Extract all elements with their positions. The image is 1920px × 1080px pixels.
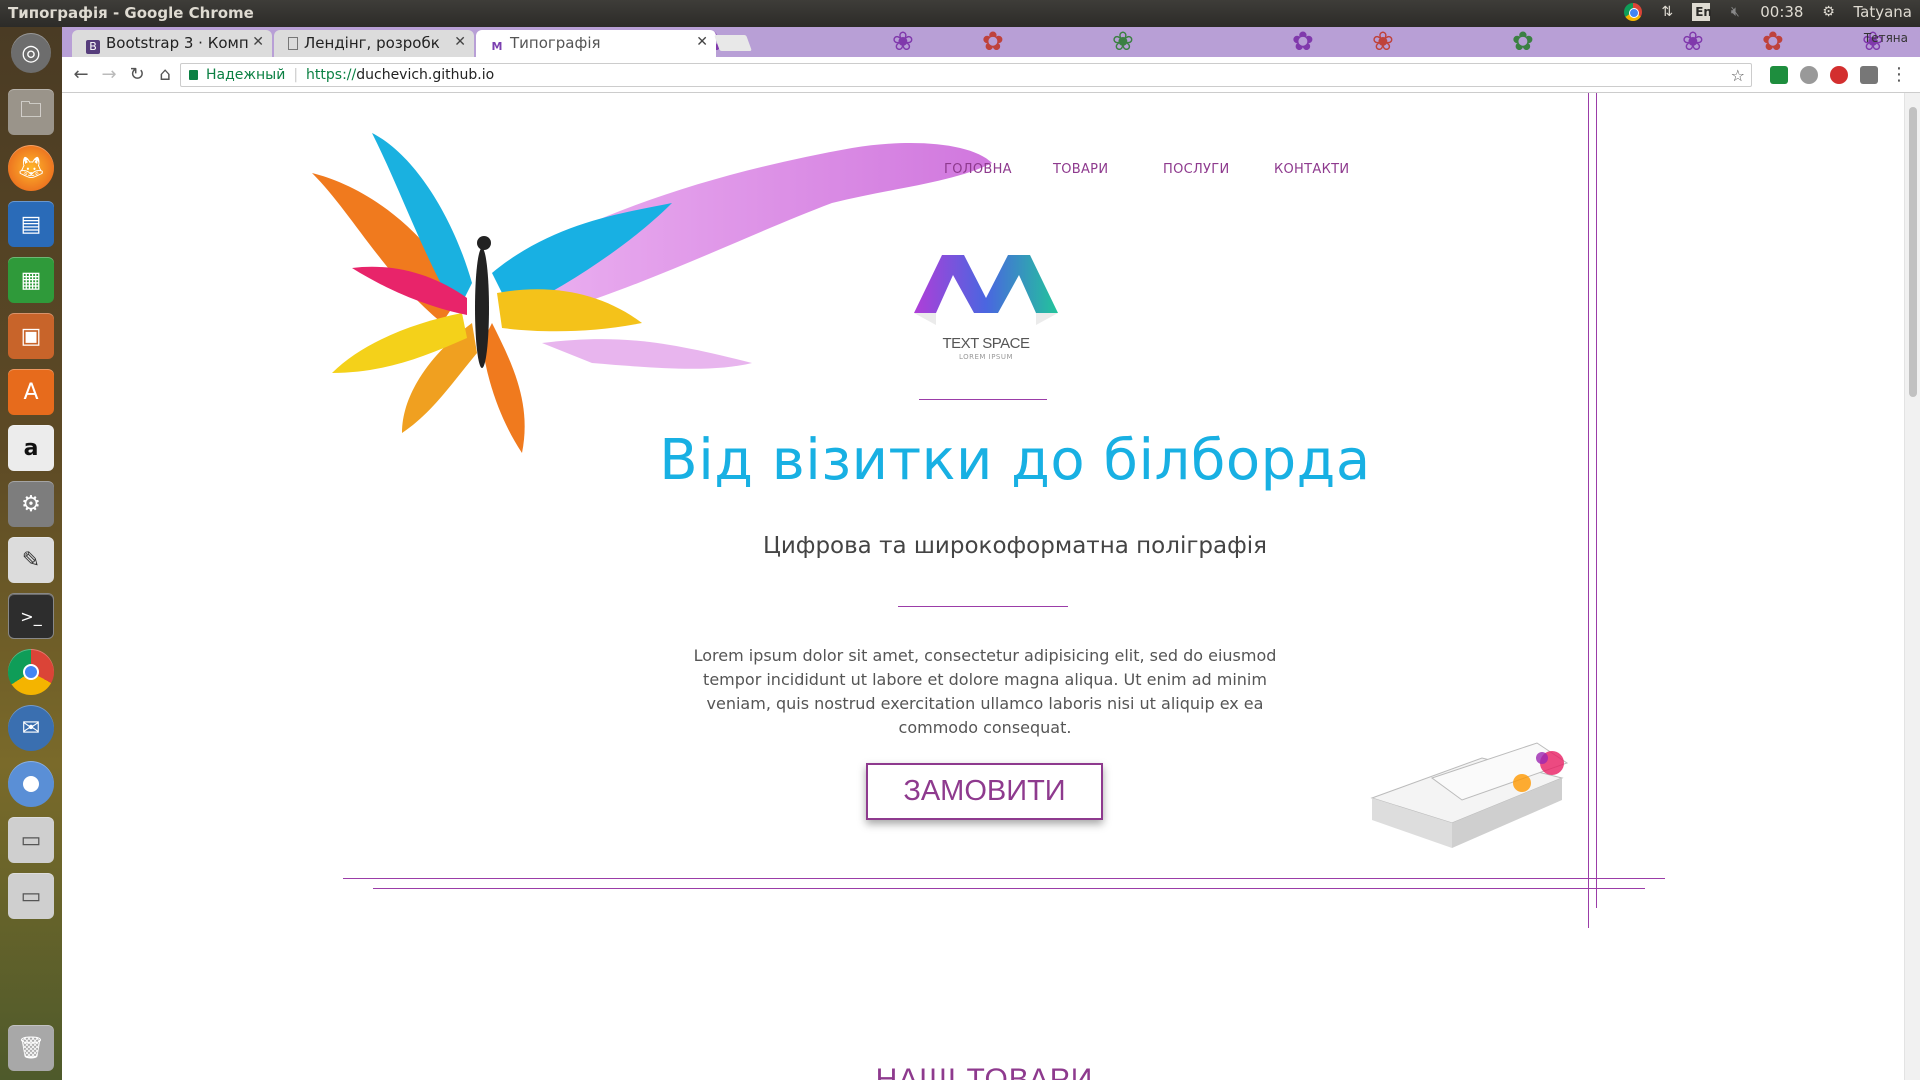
software-center-icon[interactable]: A (8, 369, 54, 415)
new-tab-button[interactable] (714, 35, 752, 51)
tab-label: Bootstrap 3 · Комп (106, 34, 249, 52)
extension-paw-icon[interactable] (1800, 66, 1818, 84)
impress-icon[interactable]: ▣ (8, 313, 54, 359)
bootstrap-favicon-icon: B (86, 40, 100, 54)
text-space-logo[interactable]: TEXT SPACE LOREM IPSUM (912, 243, 1062, 363)
network-icon[interactable]: ⇅ (1658, 3, 1676, 21)
settings-icon[interactable]: ⚙ (8, 481, 54, 527)
frame-line (343, 878, 1665, 879)
divider-line (919, 399, 1047, 400)
launcher: ◎ 🗀︎ 🦊︎ ▤ ▦ ▣ A a ⚙ ✎ >_ ✉ ▭ ▭ 🗑︎ (0, 27, 62, 1080)
clock[interactable]: 00:38 (1760, 3, 1803, 21)
logo-title: TEXT SPACE (942, 335, 1030, 352)
frame-line (1588, 93, 1589, 928)
order-button[interactable]: ЗАМОВИТИ (866, 763, 1103, 820)
logo-subtitle: LOREM IPSUM (958, 353, 1014, 361)
tab-strip: ✿ ❀ ✿ ❀ ✿ ❀ ✿ ❀ ✿ ❀ BBootstrap 3 · Комп … (62, 27, 1920, 57)
user-name[interactable]: Tatyana (1853, 3, 1912, 21)
business-cards-image (1370, 742, 1569, 848)
files-icon[interactable]: 🗀︎ (8, 89, 54, 135)
extension-red-icon[interactable] (1830, 66, 1848, 84)
close-tab-icon[interactable]: ✕ (252, 34, 264, 50)
butterfly-decoration-icon: ❀ (1372, 27, 1394, 57)
chrome-indicator-icon[interactable] (1624, 3, 1643, 21)
nav-contacts-link[interactable]: КОНТАКТИ (1274, 162, 1349, 177)
tab-label: Типографія (510, 34, 601, 52)
page-viewport: ГОЛОВНА ТОВАРИ ПОСЛУГИ КОНТАКТИ TEXT SPA… (62, 93, 1904, 1080)
reload-icon[interactable]: ↻ (126, 64, 148, 85)
frame-line (373, 888, 1645, 889)
close-tab-icon[interactable]: ✕ (454, 34, 466, 50)
text-editor-icon[interactable]: ✎ (8, 537, 54, 583)
page-scrollbar[interactable] (1904, 93, 1920, 1080)
tab-bootstrap[interactable]: B Bootstrap 3 · Комп ✕ (72, 30, 272, 57)
forward-arrow-icon[interactable]: → (98, 64, 120, 85)
chrome-icon[interactable] (8, 649, 54, 695)
system-top-bar: Типографія - Google Chrome ⇅ En 🔇︎ 00:38… (0, 0, 1920, 27)
menu-dots-icon[interactable]: ⋮ (1888, 64, 1910, 85)
window-title: Типографія - Google Chrome (8, 4, 254, 22)
drive-icon[interactable]: ▭ (8, 817, 54, 863)
hero-description: Lorem ipsum dolor sit amet, consectetur … (693, 646, 1277, 737)
logo-m-icon (914, 255, 1058, 325)
firefox-icon[interactable]: 🦊︎ (8, 145, 54, 191)
tab-landing[interactable]: Лендінг, розробк ✕ (274, 30, 474, 57)
gear-icon[interactable]: ⚙ (1819, 3, 1837, 21)
butterfly-decoration-icon: ❀ (892, 27, 914, 57)
divider-line (898, 606, 1068, 607)
close-tab-icon[interactable]: ✕ (696, 34, 708, 50)
url-protocol: https:// (306, 67, 357, 83)
nav-services-link[interactable]: ПОСЛУГИ (1163, 162, 1230, 177)
butterfly-decoration-icon: ✿ (1512, 27, 1534, 57)
tab-label: Лендінг, розробк (304, 34, 440, 52)
site-favicon-icon: M (491, 40, 503, 53)
hero-subtitle: Цифрова та широкоформатна поліграфія (762, 533, 1268, 559)
scrollbar-thumb[interactable] (1909, 107, 1917, 397)
address-bar[interactable]: Надежный | https://duchevich.github.io ☆ (180, 63, 1752, 87)
butterfly-decoration-icon: ❀ (1682, 27, 1704, 57)
system-tray: ⇅ En 🔇︎ 00:38 ⚙ Tatyana (1624, 3, 1912, 21)
nav-home-link[interactable]: ГОЛОВНА (944, 162, 1012, 177)
frame-line (1596, 93, 1597, 908)
thunderbird-icon[interactable]: ✉ (8, 705, 54, 751)
extension-shield-icon[interactable] (1770, 66, 1788, 84)
writer-icon[interactable]: ▤ (8, 201, 54, 247)
keyboard-layout-indicator[interactable]: En (1692, 3, 1712, 21)
profile-button[interactable]: Тетяна (1864, 31, 1908, 45)
lock-icon (189, 70, 198, 80)
tab-typography[interactable]: M Типографія ✕ (476, 30, 716, 57)
section-title-products: НАШІ ТОВАРИ (875, 1063, 1094, 1080)
home-icon[interactable]: ⌂ (154, 64, 176, 85)
amazon-icon[interactable]: a (8, 425, 54, 471)
hero-title: Від візитки до білборда (659, 428, 1371, 493)
bookmark-star-icon[interactable]: ☆ (1731, 66, 1745, 85)
trash-icon[interactable]: 🗑︎ (8, 1025, 54, 1071)
volume-muted-icon[interactable]: 🔇︎ (1726, 3, 1744, 21)
nav-products-link[interactable]: ТОВАРИ (1053, 162, 1108, 177)
butterfly-decoration-icon: ❀ (1112, 27, 1134, 57)
extension-pocket-icon[interactable] (1860, 66, 1878, 84)
dash-icon[interactable]: ◎ (11, 33, 51, 73)
drive-icon-2[interactable]: ▭ (8, 873, 54, 919)
butterfly-decoration-icon: ✿ (982, 27, 1004, 57)
secure-label: Надежный (206, 67, 286, 83)
browser-toolbar: ← → ↻ ⌂ Надежный | https://duchevich.githu… (62, 57, 1920, 93)
back-arrow-icon[interactable]: ← (70, 64, 92, 85)
chromium-icon[interactable] (8, 761, 54, 807)
butterfly-decoration-icon: ✿ (1292, 27, 1314, 57)
terminal-icon[interactable]: >_ (8, 593, 54, 639)
calc-icon[interactable]: ▦ (8, 257, 54, 303)
document-favicon-icon (288, 37, 298, 50)
url-host: duchevich.github.io (356, 67, 495, 83)
butterfly-decoration-icon: ✿ (1762, 27, 1784, 57)
